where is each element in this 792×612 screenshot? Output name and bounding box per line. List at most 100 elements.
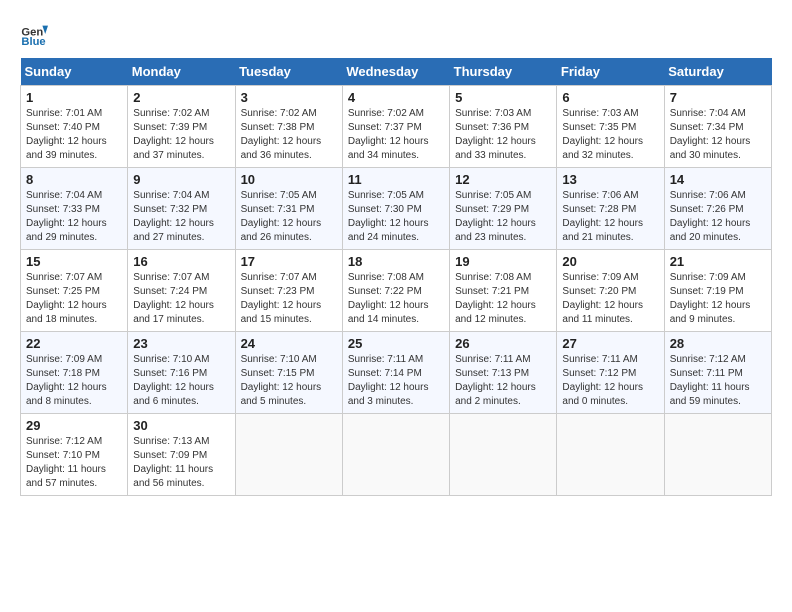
calendar-cell: 14 Sunrise: 7:06 AM Sunset: 7:26 PM Dayl…	[664, 168, 771, 250]
calendar-cell: 7 Sunrise: 7:04 AM Sunset: 7:34 PM Dayli…	[664, 86, 771, 168]
calendar-cell: 30 Sunrise: 7:13 AM Sunset: 7:09 PM Dayl…	[128, 414, 235, 496]
day-info: Sunrise: 7:08 AM Sunset: 7:21 PM Dayligh…	[455, 271, 551, 327]
calendar-cell	[557, 414, 664, 496]
day-info: Sunrise: 7:10 AM Sunset: 7:16 PM Dayligh…	[133, 353, 229, 409]
day-info: Sunrise: 7:05 AM Sunset: 7:30 PM Dayligh…	[348, 189, 444, 245]
calendar-cell: 29 Sunrise: 7:12 AM Sunset: 7:10 PM Dayl…	[21, 414, 128, 496]
day-info: Sunrise: 7:09 AM Sunset: 7:20 PM Dayligh…	[562, 271, 658, 327]
day-info: Sunrise: 7:05 AM Sunset: 7:29 PM Dayligh…	[455, 189, 551, 245]
day-number: 6	[562, 90, 658, 105]
calendar-cell	[342, 414, 449, 496]
day-number: 5	[455, 90, 551, 105]
calendar-cell: 28 Sunrise: 7:12 AM Sunset: 7:11 PM Dayl…	[664, 332, 771, 414]
calendar-cell: 3 Sunrise: 7:02 AM Sunset: 7:38 PM Dayli…	[235, 86, 342, 168]
day-number: 15	[26, 254, 122, 269]
day-number: 10	[241, 172, 337, 187]
day-info: Sunrise: 7:07 AM Sunset: 7:24 PM Dayligh…	[133, 271, 229, 327]
weekday-header-friday: Friday	[557, 58, 664, 86]
calendar-cell: 4 Sunrise: 7:02 AM Sunset: 7:37 PM Dayli…	[342, 86, 449, 168]
day-number: 16	[133, 254, 229, 269]
calendar-week-3: 15 Sunrise: 7:07 AM Sunset: 7:25 PM Dayl…	[21, 250, 772, 332]
calendar-cell: 25 Sunrise: 7:11 AM Sunset: 7:14 PM Dayl…	[342, 332, 449, 414]
calendar-cell	[664, 414, 771, 496]
day-number: 27	[562, 336, 658, 351]
calendar-cell: 24 Sunrise: 7:10 AM Sunset: 7:15 PM Dayl…	[235, 332, 342, 414]
calendar-cell: 15 Sunrise: 7:07 AM Sunset: 7:25 PM Dayl…	[21, 250, 128, 332]
day-info: Sunrise: 7:10 AM Sunset: 7:15 PM Dayligh…	[241, 353, 337, 409]
day-number: 8	[26, 172, 122, 187]
day-info: Sunrise: 7:06 AM Sunset: 7:28 PM Dayligh…	[562, 189, 658, 245]
calendar-cell: 13 Sunrise: 7:06 AM Sunset: 7:28 PM Dayl…	[557, 168, 664, 250]
weekday-header-sunday: Sunday	[21, 58, 128, 86]
day-info: Sunrise: 7:07 AM Sunset: 7:23 PM Dayligh…	[241, 271, 337, 327]
day-info: Sunrise: 7:05 AM Sunset: 7:31 PM Dayligh…	[241, 189, 337, 245]
day-number: 18	[348, 254, 444, 269]
calendar-cell: 19 Sunrise: 7:08 AM Sunset: 7:21 PM Dayl…	[450, 250, 557, 332]
day-number: 24	[241, 336, 337, 351]
weekday-header-monday: Monday	[128, 58, 235, 86]
calendar-cell: 20 Sunrise: 7:09 AM Sunset: 7:20 PM Dayl…	[557, 250, 664, 332]
day-info: Sunrise: 7:09 AM Sunset: 7:19 PM Dayligh…	[670, 271, 766, 327]
calendar-cell: 18 Sunrise: 7:08 AM Sunset: 7:22 PM Dayl…	[342, 250, 449, 332]
day-number: 9	[133, 172, 229, 187]
weekday-header-wednesday: Wednesday	[342, 58, 449, 86]
day-info: Sunrise: 7:04 AM Sunset: 7:32 PM Dayligh…	[133, 189, 229, 245]
day-number: 2	[133, 90, 229, 105]
day-info: Sunrise: 7:03 AM Sunset: 7:36 PM Dayligh…	[455, 107, 551, 163]
weekday-header-saturday: Saturday	[664, 58, 771, 86]
calendar-cell: 26 Sunrise: 7:11 AM Sunset: 7:13 PM Dayl…	[450, 332, 557, 414]
calendar-week-5: 29 Sunrise: 7:12 AM Sunset: 7:10 PM Dayl…	[21, 414, 772, 496]
day-number: 7	[670, 90, 766, 105]
calendar-cell: 1 Sunrise: 7:01 AM Sunset: 7:40 PM Dayli…	[21, 86, 128, 168]
calendar-cell: 16 Sunrise: 7:07 AM Sunset: 7:24 PM Dayl…	[128, 250, 235, 332]
calendar-cell: 10 Sunrise: 7:05 AM Sunset: 7:31 PM Dayl…	[235, 168, 342, 250]
calendar-week-2: 8 Sunrise: 7:04 AM Sunset: 7:33 PM Dayli…	[21, 168, 772, 250]
calendar-cell: 12 Sunrise: 7:05 AM Sunset: 7:29 PM Dayl…	[450, 168, 557, 250]
day-number: 4	[348, 90, 444, 105]
page-header: Gen Blue	[20, 20, 772, 48]
calendar-cell: 5 Sunrise: 7:03 AM Sunset: 7:36 PM Dayli…	[450, 86, 557, 168]
calendar-cell: 6 Sunrise: 7:03 AM Sunset: 7:35 PM Dayli…	[557, 86, 664, 168]
day-number: 20	[562, 254, 658, 269]
day-info: Sunrise: 7:02 AM Sunset: 7:39 PM Dayligh…	[133, 107, 229, 163]
day-info: Sunrise: 7:09 AM Sunset: 7:18 PM Dayligh…	[26, 353, 122, 409]
calendar-table: SundayMondayTuesdayWednesdayThursdayFrid…	[20, 58, 772, 496]
calendar-cell: 9 Sunrise: 7:04 AM Sunset: 7:32 PM Dayli…	[128, 168, 235, 250]
calendar-cell: 27 Sunrise: 7:11 AM Sunset: 7:12 PM Dayl…	[557, 332, 664, 414]
calendar-cell: 17 Sunrise: 7:07 AM Sunset: 7:23 PM Dayl…	[235, 250, 342, 332]
calendar-cell	[235, 414, 342, 496]
day-info: Sunrise: 7:12 AM Sunset: 7:11 PM Dayligh…	[670, 353, 766, 409]
day-number: 19	[455, 254, 551, 269]
day-info: Sunrise: 7:04 AM Sunset: 7:34 PM Dayligh…	[670, 107, 766, 163]
calendar-cell: 23 Sunrise: 7:10 AM Sunset: 7:16 PM Dayl…	[128, 332, 235, 414]
day-number: 28	[670, 336, 766, 351]
calendar-cell: 21 Sunrise: 7:09 AM Sunset: 7:19 PM Dayl…	[664, 250, 771, 332]
day-info: Sunrise: 7:11 AM Sunset: 7:12 PM Dayligh…	[562, 353, 658, 409]
day-info: Sunrise: 7:04 AM Sunset: 7:33 PM Dayligh…	[26, 189, 122, 245]
day-info: Sunrise: 7:03 AM Sunset: 7:35 PM Dayligh…	[562, 107, 658, 163]
day-number: 3	[241, 90, 337, 105]
day-number: 26	[455, 336, 551, 351]
day-number: 1	[26, 90, 122, 105]
logo: Gen Blue	[20, 20, 52, 48]
weekday-header-thursday: Thursday	[450, 58, 557, 86]
day-number: 29	[26, 418, 122, 433]
day-number: 13	[562, 172, 658, 187]
day-info: Sunrise: 7:11 AM Sunset: 7:14 PM Dayligh…	[348, 353, 444, 409]
day-number: 11	[348, 172, 444, 187]
weekday-header-tuesday: Tuesday	[235, 58, 342, 86]
day-number: 14	[670, 172, 766, 187]
calendar-cell	[450, 414, 557, 496]
day-info: Sunrise: 7:08 AM Sunset: 7:22 PM Dayligh…	[348, 271, 444, 327]
day-info: Sunrise: 7:11 AM Sunset: 7:13 PM Dayligh…	[455, 353, 551, 409]
day-number: 12	[455, 172, 551, 187]
day-info: Sunrise: 7:07 AM Sunset: 7:25 PM Dayligh…	[26, 271, 122, 327]
calendar-body: 1 Sunrise: 7:01 AM Sunset: 7:40 PM Dayli…	[21, 86, 772, 496]
calendar-week-1: 1 Sunrise: 7:01 AM Sunset: 7:40 PM Dayli…	[21, 86, 772, 168]
weekday-header-row: SundayMondayTuesdayWednesdayThursdayFrid…	[21, 58, 772, 86]
day-info: Sunrise: 7:02 AM Sunset: 7:37 PM Dayligh…	[348, 107, 444, 163]
day-number: 17	[241, 254, 337, 269]
calendar-cell: 11 Sunrise: 7:05 AM Sunset: 7:30 PM Dayl…	[342, 168, 449, 250]
day-number: 25	[348, 336, 444, 351]
day-info: Sunrise: 7:12 AM Sunset: 7:10 PM Dayligh…	[26, 435, 122, 491]
